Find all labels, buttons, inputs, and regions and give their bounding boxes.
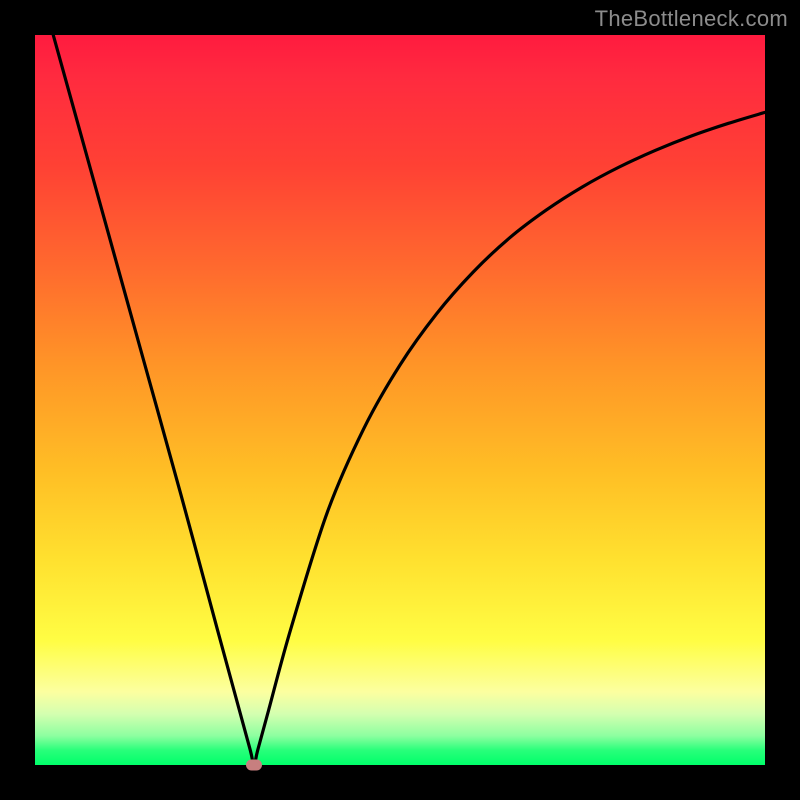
chart-frame: TheBottleneck.com [0, 0, 800, 800]
chart-plot-area [35, 35, 765, 765]
watermark-text: TheBottleneck.com [595, 6, 788, 32]
bottleneck-curve [35, 35, 765, 765]
minimum-marker [246, 760, 262, 771]
